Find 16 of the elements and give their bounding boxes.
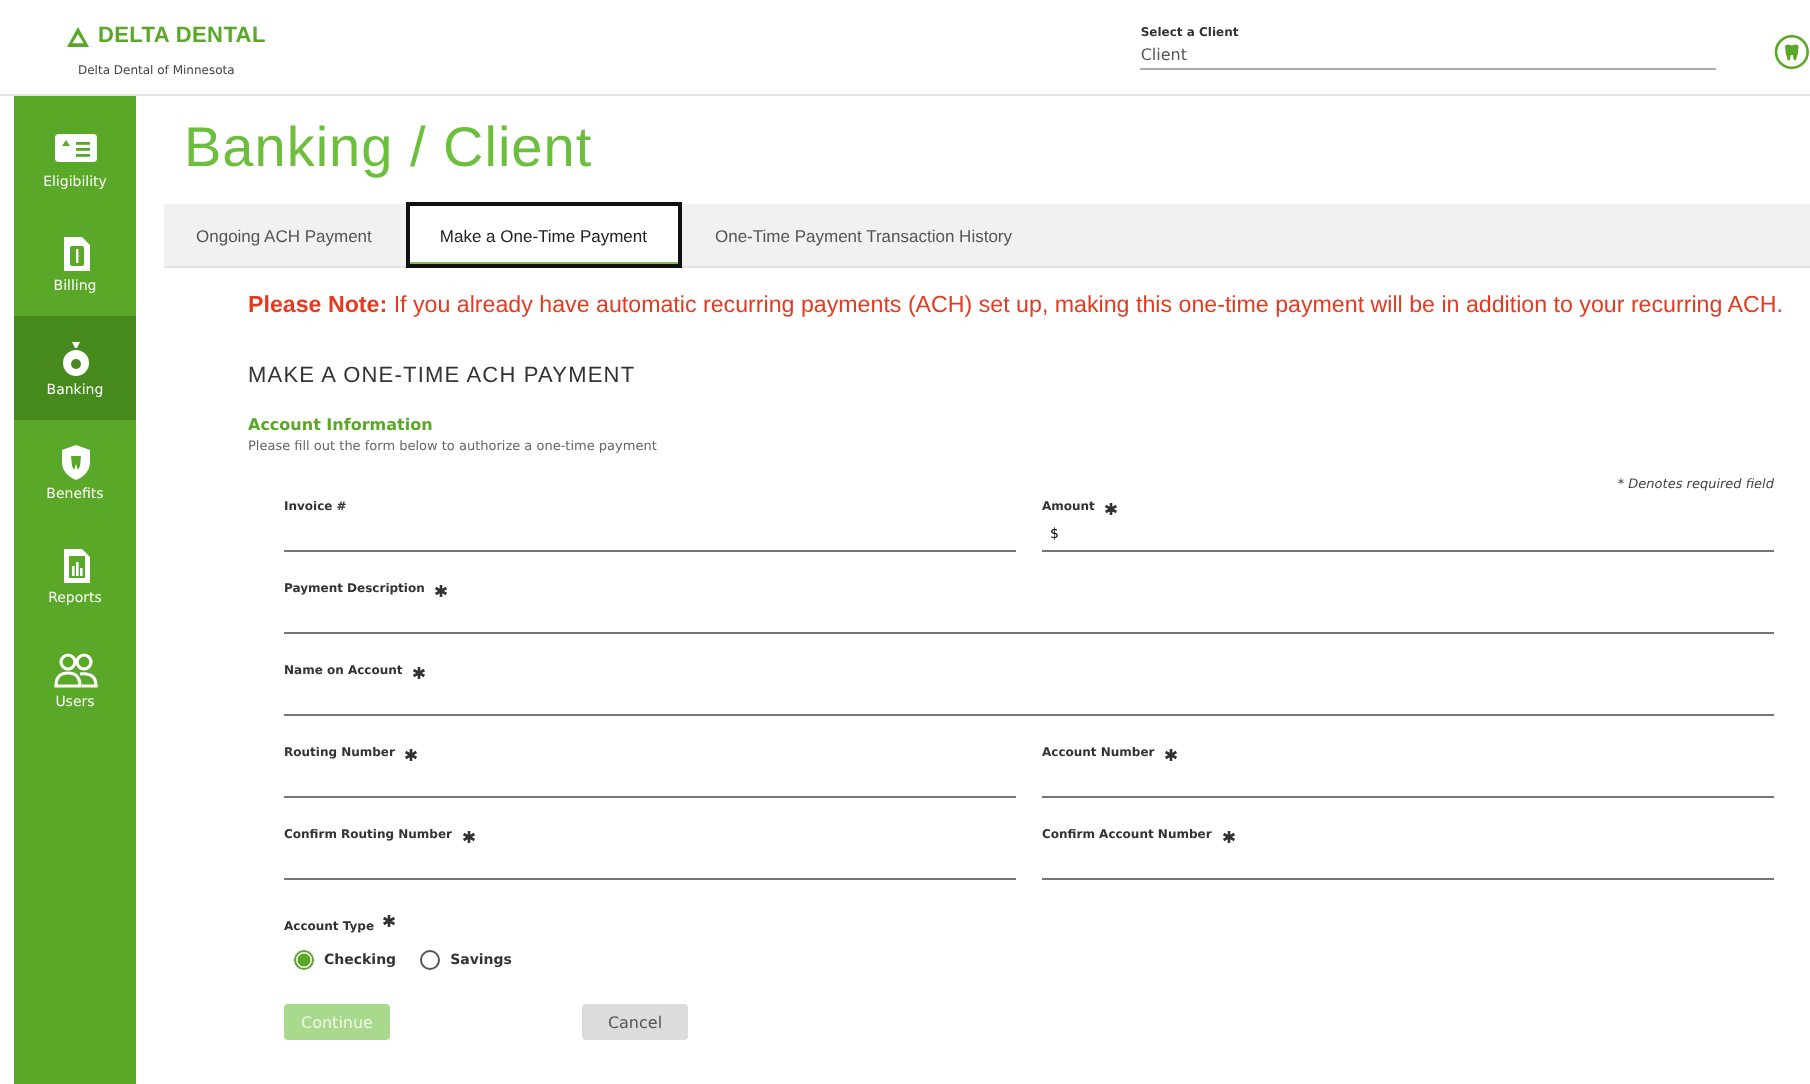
section-title: Account Information	[248, 416, 435, 434]
notice-text: Please Note: If you already have automatic recurring payments (ACH) set up, making this one-time payment will be in addition to your recurring ACH.	[248, 292, 1785, 318]
tab[interactable]: Ongoing ACH Payment	[164, 204, 404, 266]
cancel-button[interactable]: Cancel	[582, 1004, 688, 1040]
page-title: Banking / Client	[184, 116, 595, 180]
client-select-value: Client	[1140, 46, 1189, 64]
tab[interactable]: One-Time Payment Transaction History	[683, 204, 1044, 266]
tooth-icon[interactable]	[1774, 34, 1810, 70]
radio-button[interactable]	[294, 950, 314, 970]
triangle-logo-icon	[66, 25, 90, 47]
radio-button[interactable]	[420, 950, 441, 970]
card-icon	[53, 131, 97, 167]
users-icon	[53, 651, 97, 687]
form-heading: MAKE A ONE-TIME ACH PAYMENT	[248, 364, 638, 388]
brand-name: DELTA DENTAL	[98, 24, 266, 48]
tab[interactable]: Make a One-Time Payment	[407, 204, 680, 266]
